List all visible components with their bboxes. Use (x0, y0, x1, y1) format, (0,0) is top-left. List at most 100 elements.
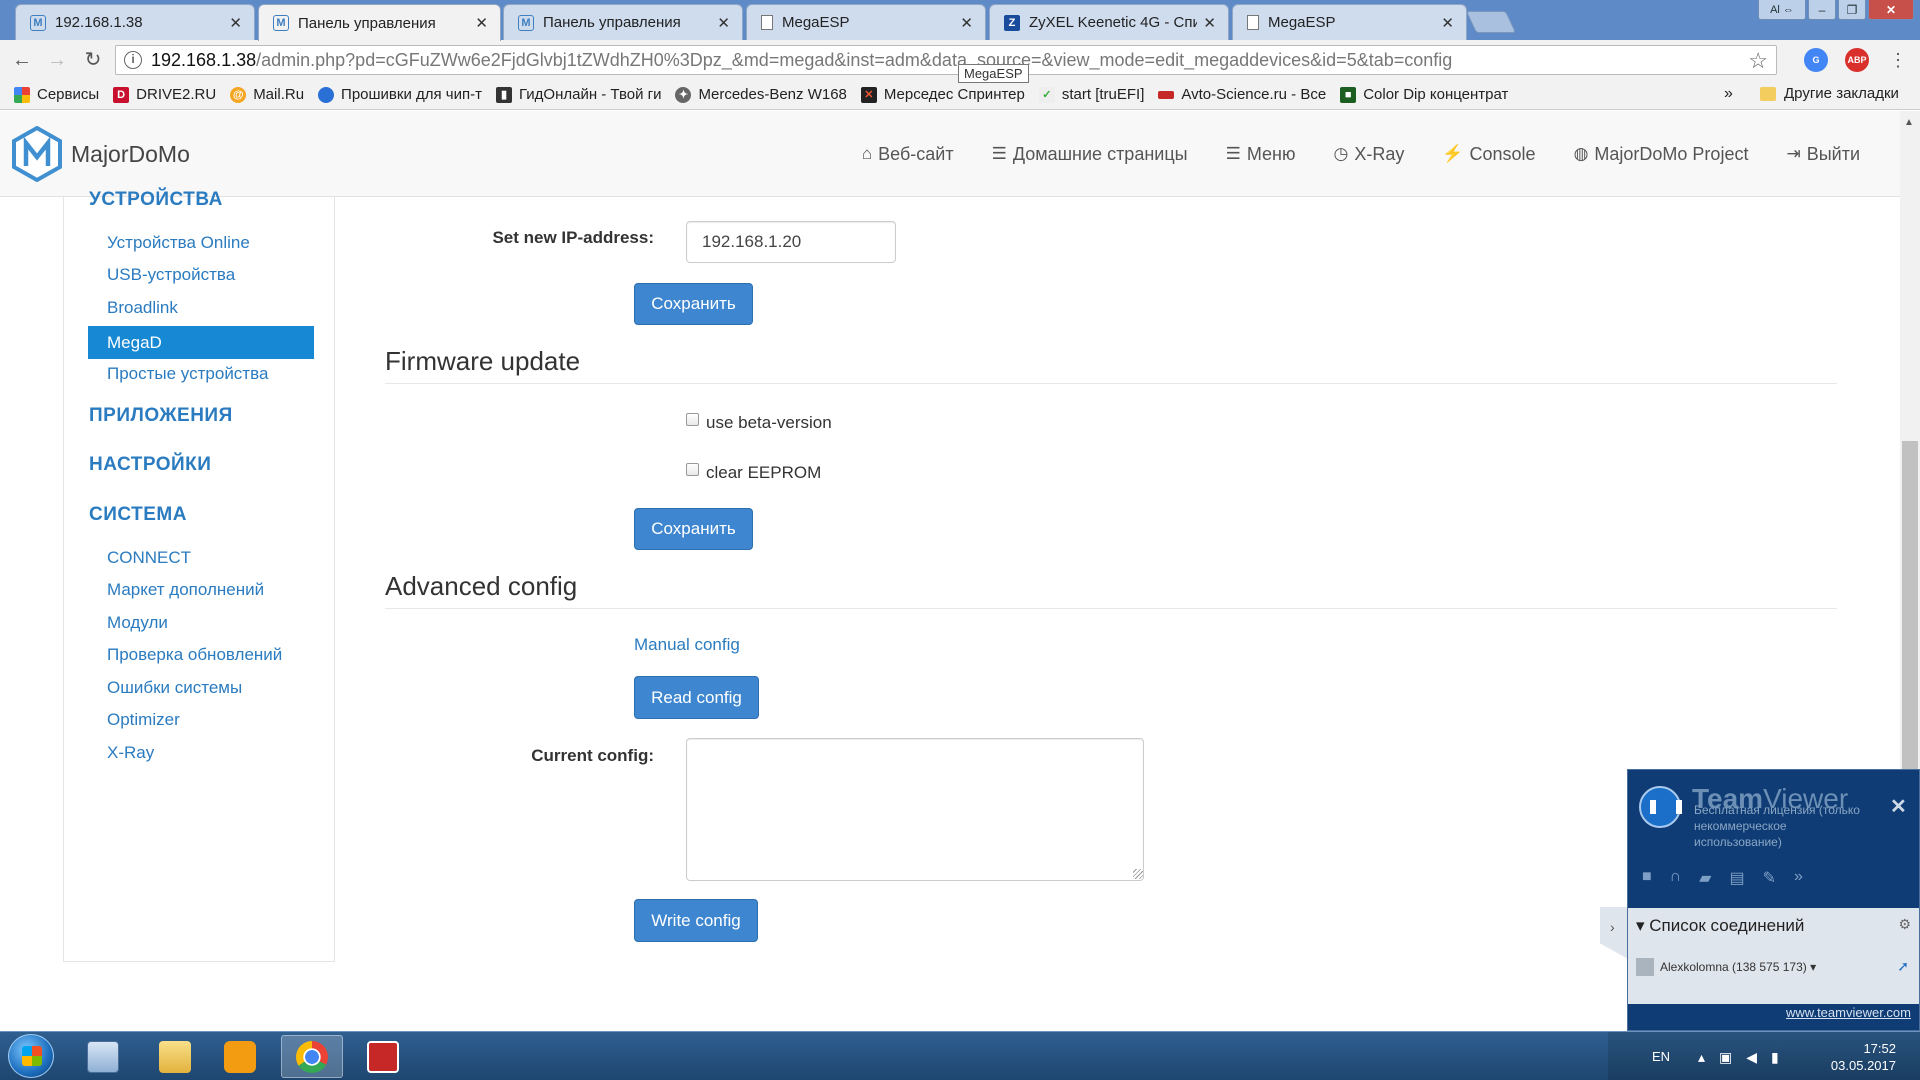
close-tab-icon[interactable]: ✕ (960, 14, 973, 32)
majordomo-favicon-icon: M (30, 14, 46, 31)
info-icon[interactable]: i (124, 51, 142, 69)
majordomo-logo-icon[interactable] (12, 126, 62, 182)
headset-icon[interactable]: ∩ (1670, 868, 1682, 888)
reload-icon[interactable]: ↻ (80, 48, 106, 72)
bookmark-mercedes[interactable]: ✦ Mercedes-Benz W168 (675, 86, 847, 103)
language-indicator[interactable]: EN (1652, 1049, 1670, 1064)
chat-icon[interactable]: ▰ (1699, 868, 1711, 888)
sidebar-item-devices-online[interactable]: Устройства Online (107, 233, 250, 253)
other-bookmarks-folder[interactable]: Другие закладки (1760, 85, 1899, 102)
write-config-button[interactable]: Write config (634, 899, 758, 942)
network-icon[interactable]: ▣ (1719, 1049, 1732, 1066)
browser-tab[interactable]: MegaESP ✕ (1232, 4, 1467, 40)
bookmark-gidonline[interactable]: ▮ ГидОнлайн - Твой ги (495, 86, 661, 103)
forward-arrow-icon[interactable]: → (44, 48, 70, 72)
menu-console[interactable]: ⚡ Console (1442, 144, 1535, 165)
more-icon[interactable]: » (1794, 868, 1803, 888)
sidebar-item-connect[interactable]: CONNECT (107, 548, 191, 568)
bookmark-star-icon[interactable]: ☆ (1748, 48, 1768, 74)
menu-website[interactable]: ⌂ Веб-сайт (862, 144, 954, 165)
teamviewer-collapse-tab[interactable]: › (1600, 907, 1628, 959)
sidebar-item-system-errors[interactable]: Ошибки системы (107, 678, 242, 698)
bookmark-truefi[interactable]: ✓ start [truEFI] (1038, 86, 1144, 103)
bookmark-firmware[interactable]: Прошивки для чип-т (318, 86, 482, 103)
close-icon[interactable]: ✕ (1890, 794, 1907, 819)
bookmark-drive2[interactable]: D DRIVE2.RU (113, 86, 216, 103)
sidebar-item-modules[interactable]: Модули (107, 613, 168, 633)
sidebar-item-xray[interactable]: X-Ray (107, 743, 154, 763)
more-bookmarks-button[interactable]: » (1724, 85, 1733, 103)
advanced-config-title: Advanced config (385, 571, 578, 601)
chevron-up-icon[interactable]: ▴ (1698, 1049, 1705, 1066)
menu-logout[interactable]: ⇥ Выйти (1786, 144, 1860, 165)
chrome-app-icon[interactable] (281, 1035, 343, 1078)
brand-name[interactable]: MajorDoMo (71, 141, 190, 168)
bookmark-services[interactable]: Сервисы (14, 86, 99, 103)
sidebar-item-megad[interactable]: MegaD (88, 326, 314, 359)
beta-version-checkbox[interactable] (686, 413, 699, 426)
browser-menu-icon[interactable]: ⋮ (1885, 48, 1911, 72)
sidebar-item-market[interactable]: Маркет дополнений (107, 580, 264, 600)
teamviewer-link[interactable]: www.teamviewer.com (1786, 1005, 1911, 1020)
sidebar-section-devices[interactable]: УСТРОЙСТВА (89, 189, 223, 211)
browser-tab[interactable]: M Панель управления ✕ (503, 4, 743, 40)
browser-tab[interactable]: Z ZyXEL Keenetic 4G - Спи ✕ (989, 4, 1229, 40)
sidebar-item-broadlink[interactable]: Broadlink (107, 298, 178, 318)
clear-eeprom-checkbox[interactable] (686, 463, 699, 476)
resize-grip-icon[interactable] (1133, 869, 1143, 879)
browser-tab[interactable]: M 192.168.1.38 ✕ (15, 4, 255, 40)
menu-home-pages[interactable]: ☰ Домашние страницы (992, 144, 1188, 165)
bookmark-mailru[interactable]: @ Mail.Ru (230, 86, 304, 103)
media-player-app-icon[interactable] (209, 1035, 271, 1078)
close-tab-icon[interactable]: ✕ (717, 14, 730, 32)
manual-config-link[interactable]: Manual config (634, 635, 740, 655)
connection-list-title[interactable]: ▾ Список соединений (1636, 916, 1804, 936)
video-icon[interactable]: ■ (1642, 868, 1652, 888)
connection-user[interactable]: Alexkolomna (138 575 173) ▾ (1636, 958, 1816, 976)
close-tab-icon[interactable]: ✕ (229, 14, 242, 32)
save-ip-button[interactable]: Сохранить (634, 283, 753, 325)
close-tab-icon[interactable]: ✕ (1203, 14, 1216, 32)
signal-icon[interactable]: ▮ (1771, 1049, 1779, 1066)
explorer-app-icon[interactable] (144, 1035, 206, 1078)
sidebar-item-updates[interactable]: Проверка обновлений (107, 645, 282, 665)
bookmark-colordip[interactable]: ■ Color Dip концентрат (1340, 86, 1508, 103)
gear-icon[interactable]: ⚙ (1898, 916, 1911, 933)
browser-tab-active[interactable]: M Панель управления ✕ (258, 4, 501, 41)
sidebar-section-settings[interactable]: НАСТРОЙКИ (89, 454, 211, 476)
close-tab-icon[interactable]: ✕ (1441, 14, 1454, 32)
adblock-icon[interactable]: ABP (1845, 48, 1869, 72)
scroll-up-arrow-icon[interactable]: ▲ (1904, 117, 1914, 128)
sidebar-item-simple-devices[interactable]: Простые устройства (107, 364, 268, 384)
menu-project[interactable]: ◍ MajorDoMo Project (1574, 144, 1749, 165)
minimize-icon[interactable]: – (1808, 0, 1836, 20)
close-tab-icon[interactable]: ✕ (475, 14, 488, 32)
profile-button[interactable]: Al ⇔ (1758, 0, 1806, 20)
save-firmware-button[interactable]: Сохранить (634, 508, 753, 550)
bookmark-avtoscience[interactable]: Avto-Science.ru - Все (1158, 86, 1326, 103)
sidebar-section-system[interactable]: СИСТЕМА (89, 504, 187, 526)
ccleaner-app-icon[interactable] (352, 1035, 414, 1078)
ip-address-input[interactable]: 192.168.1.20 (686, 221, 896, 263)
current-config-textarea[interactable] (686, 738, 1144, 881)
browser-tab[interactable]: MegaESP ✕ (746, 4, 986, 40)
clock[interactable]: 17:52 03.05.2017 (1831, 1040, 1896, 1074)
sidebar-section-apps[interactable]: ПРИЛОЖЕНИЯ (89, 405, 233, 427)
back-arrow-icon[interactable]: ← (9, 48, 35, 72)
sidebar-item-usb-devices[interactable]: USB-устройства (107, 265, 235, 285)
keyboard-app-icon[interactable] (72, 1035, 134, 1078)
files-icon[interactable]: ▤ (1729, 868, 1744, 888)
menu-menu[interactable]: ☰ Меню (1226, 144, 1296, 165)
new-tab-button[interactable] (1465, 11, 1517, 33)
read-config-button[interactable]: Read config (634, 676, 759, 719)
sidebar-item-optimizer[interactable]: Optimizer (107, 710, 180, 730)
start-button[interactable] (8, 1034, 54, 1078)
volume-icon[interactable]: ◀ (1746, 1049, 1757, 1066)
close-window-icon[interactable]: ✕ (1868, 0, 1914, 20)
menu-xray[interactable]: ◷ X-Ray (1333, 144, 1404, 165)
tools-icon[interactable]: ✎ (1763, 868, 1776, 888)
address-bar[interactable]: i 192.168.1.38/admin.php?pd=cGFuZWw6e2Fj… (115, 45, 1777, 75)
maximize-icon[interactable]: ❐ (1838, 0, 1866, 20)
google-translate-icon[interactable]: G (1804, 48, 1828, 72)
bookmark-sprinter[interactable]: ✕ Мерседес Спринтер (860, 86, 1025, 103)
